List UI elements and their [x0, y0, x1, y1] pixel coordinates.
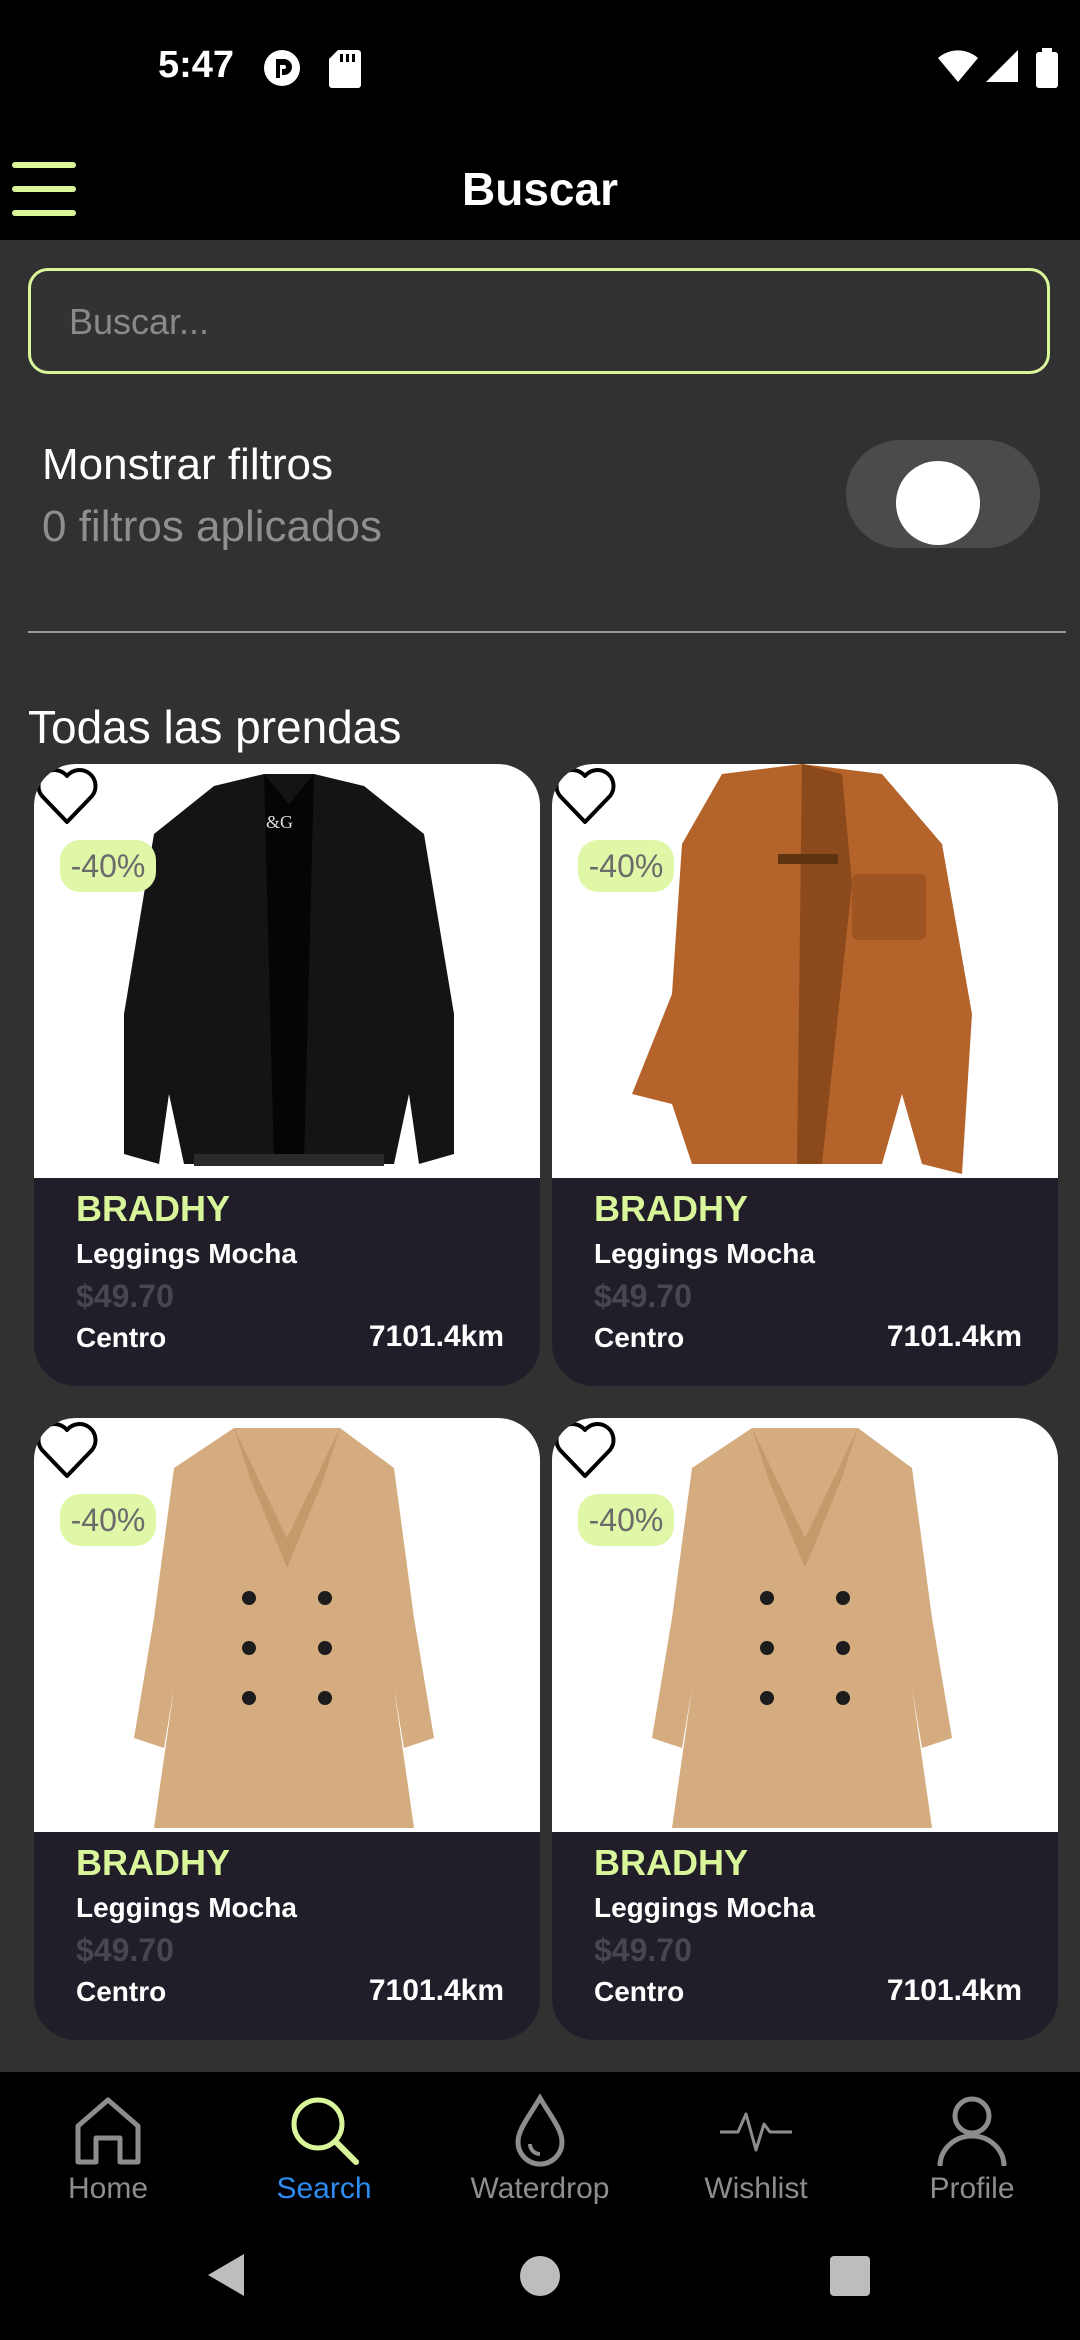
toggle-knob	[896, 461, 980, 545]
status-time: 5:47	[158, 44, 235, 86]
discount-badge: -40%	[60, 1494, 156, 1546]
product-name: Leggings Mocha	[594, 1238, 815, 1269]
discount-badge: -40%	[578, 1494, 674, 1546]
recents-button[interactable]	[830, 2256, 870, 2296]
heart-icon[interactable]	[552, 1418, 618, 1480]
product-image: -40%	[552, 1418, 1058, 1832]
product-location: Centro	[594, 1322, 685, 1353]
discount-badge: -40%	[578, 840, 674, 892]
product-price: $49.70	[594, 1932, 692, 1968]
app-bar: Buscar	[0, 140, 1080, 240]
product-card[interactable]: -40% BRADHY Leggings Mocha $49.70 Centro…	[552, 764, 1058, 1386]
product-distance: 7101.4km	[368, 1320, 504, 1353]
product-image: -40%	[34, 1418, 540, 1832]
pulse-icon	[720, 2112, 792, 2152]
product-brand: BRADHY	[76, 1842, 231, 1883]
product-location: Centro	[76, 1976, 167, 2007]
nav-waterdrop[interactable]: Waterdrop	[432, 2072, 648, 2242]
product-name: Leggings Mocha	[76, 1238, 297, 1269]
filters-toggle[interactable]	[846, 440, 1040, 548]
search-field[interactable]	[28, 268, 1050, 374]
product-price: $49.70	[76, 1932, 174, 1968]
bottom-nav: Home Search Waterdrop Wishlist Profile	[0, 2072, 1080, 2340]
nav-label: Waterdrop	[470, 2172, 610, 2205]
product-distance: 7101.4km	[886, 1974, 1022, 2007]
product-price: $49.70	[594, 1278, 692, 1314]
product-brand: BRADHY	[594, 1842, 749, 1883]
product-price: $49.70	[76, 1278, 174, 1314]
nav-label: Home	[67, 2172, 149, 2205]
nav-search[interactable]: Search	[216, 2072, 432, 2242]
nav-label: Profile	[929, 2172, 1015, 2205]
heart-icon[interactable]	[552, 764, 618, 826]
person-icon	[937, 2096, 1007, 2167]
product-image: &G -40%	[34, 764, 540, 1178]
product-image: -40%	[552, 764, 1058, 1178]
product-card[interactable]: &G -40% BRADHY Leggings Mocha $49.70 Cen…	[34, 764, 540, 1386]
nav-home[interactable]: Home	[0, 2072, 216, 2242]
brown-leather-jacket-image	[632, 764, 972, 1174]
product-name: Leggings Mocha	[76, 1892, 297, 1923]
product-location: Centro	[594, 1976, 685, 2007]
sd-card-icon	[329, 50, 361, 88]
search-icon	[291, 2097, 359, 2165]
svg-text:&G: &G	[266, 812, 293, 832]
page-title: Buscar	[462, 163, 618, 215]
product-brand: BRADHY	[76, 1188, 231, 1229]
divider	[28, 631, 1066, 633]
home-button[interactable]	[520, 2256, 560, 2296]
product-card[interactable]: -40% BRADHY Leggings Mocha $49.70 Centro…	[552, 1418, 1058, 2040]
pocket-casts-icon	[264, 50, 300, 86]
section-title: Todas las prendas	[28, 701, 402, 753]
product-distance: 7101.4km	[368, 1974, 504, 2007]
camel-trench-coat-image	[134, 1428, 434, 1828]
search-input[interactable]	[67, 271, 1011, 373]
product-card[interactable]: -40% BRADHY Leggings Mocha $49.70 Centro…	[34, 1418, 540, 2040]
home-icon	[75, 2097, 141, 2165]
product-brand: BRADHY	[594, 1188, 749, 1229]
waterdrop-icon	[515, 2093, 565, 2167]
nav-wishlist[interactable]: Wishlist	[648, 2072, 864, 2242]
heart-icon[interactable]	[34, 1418, 100, 1480]
camel-trench-coat-image	[652, 1428, 952, 1828]
battery-icon	[1036, 48, 1058, 88]
product-name: Leggings Mocha	[594, 1892, 815, 1923]
nav-label: Search	[276, 2172, 372, 2205]
nav-label: Wishlist	[704, 2172, 808, 2205]
signal-icon	[986, 50, 1018, 82]
wifi-icon	[938, 50, 978, 82]
product-location: Centro	[76, 1322, 167, 1353]
discount-badge: -40%	[60, 840, 156, 892]
black-leather-jacket-image: &G	[124, 774, 454, 1166]
status-bar: 5:47	[0, 0, 1080, 140]
product-distance: 7101.4km	[886, 1320, 1022, 1353]
nav-profile[interactable]: Profile	[864, 2072, 1080, 2242]
heart-icon[interactable]	[34, 764, 100, 826]
filters-count: 0 filtros aplicados	[42, 502, 382, 551]
back-icon[interactable]	[206, 2252, 246, 2298]
filters-title: Monstrar filtros	[42, 440, 333, 489]
